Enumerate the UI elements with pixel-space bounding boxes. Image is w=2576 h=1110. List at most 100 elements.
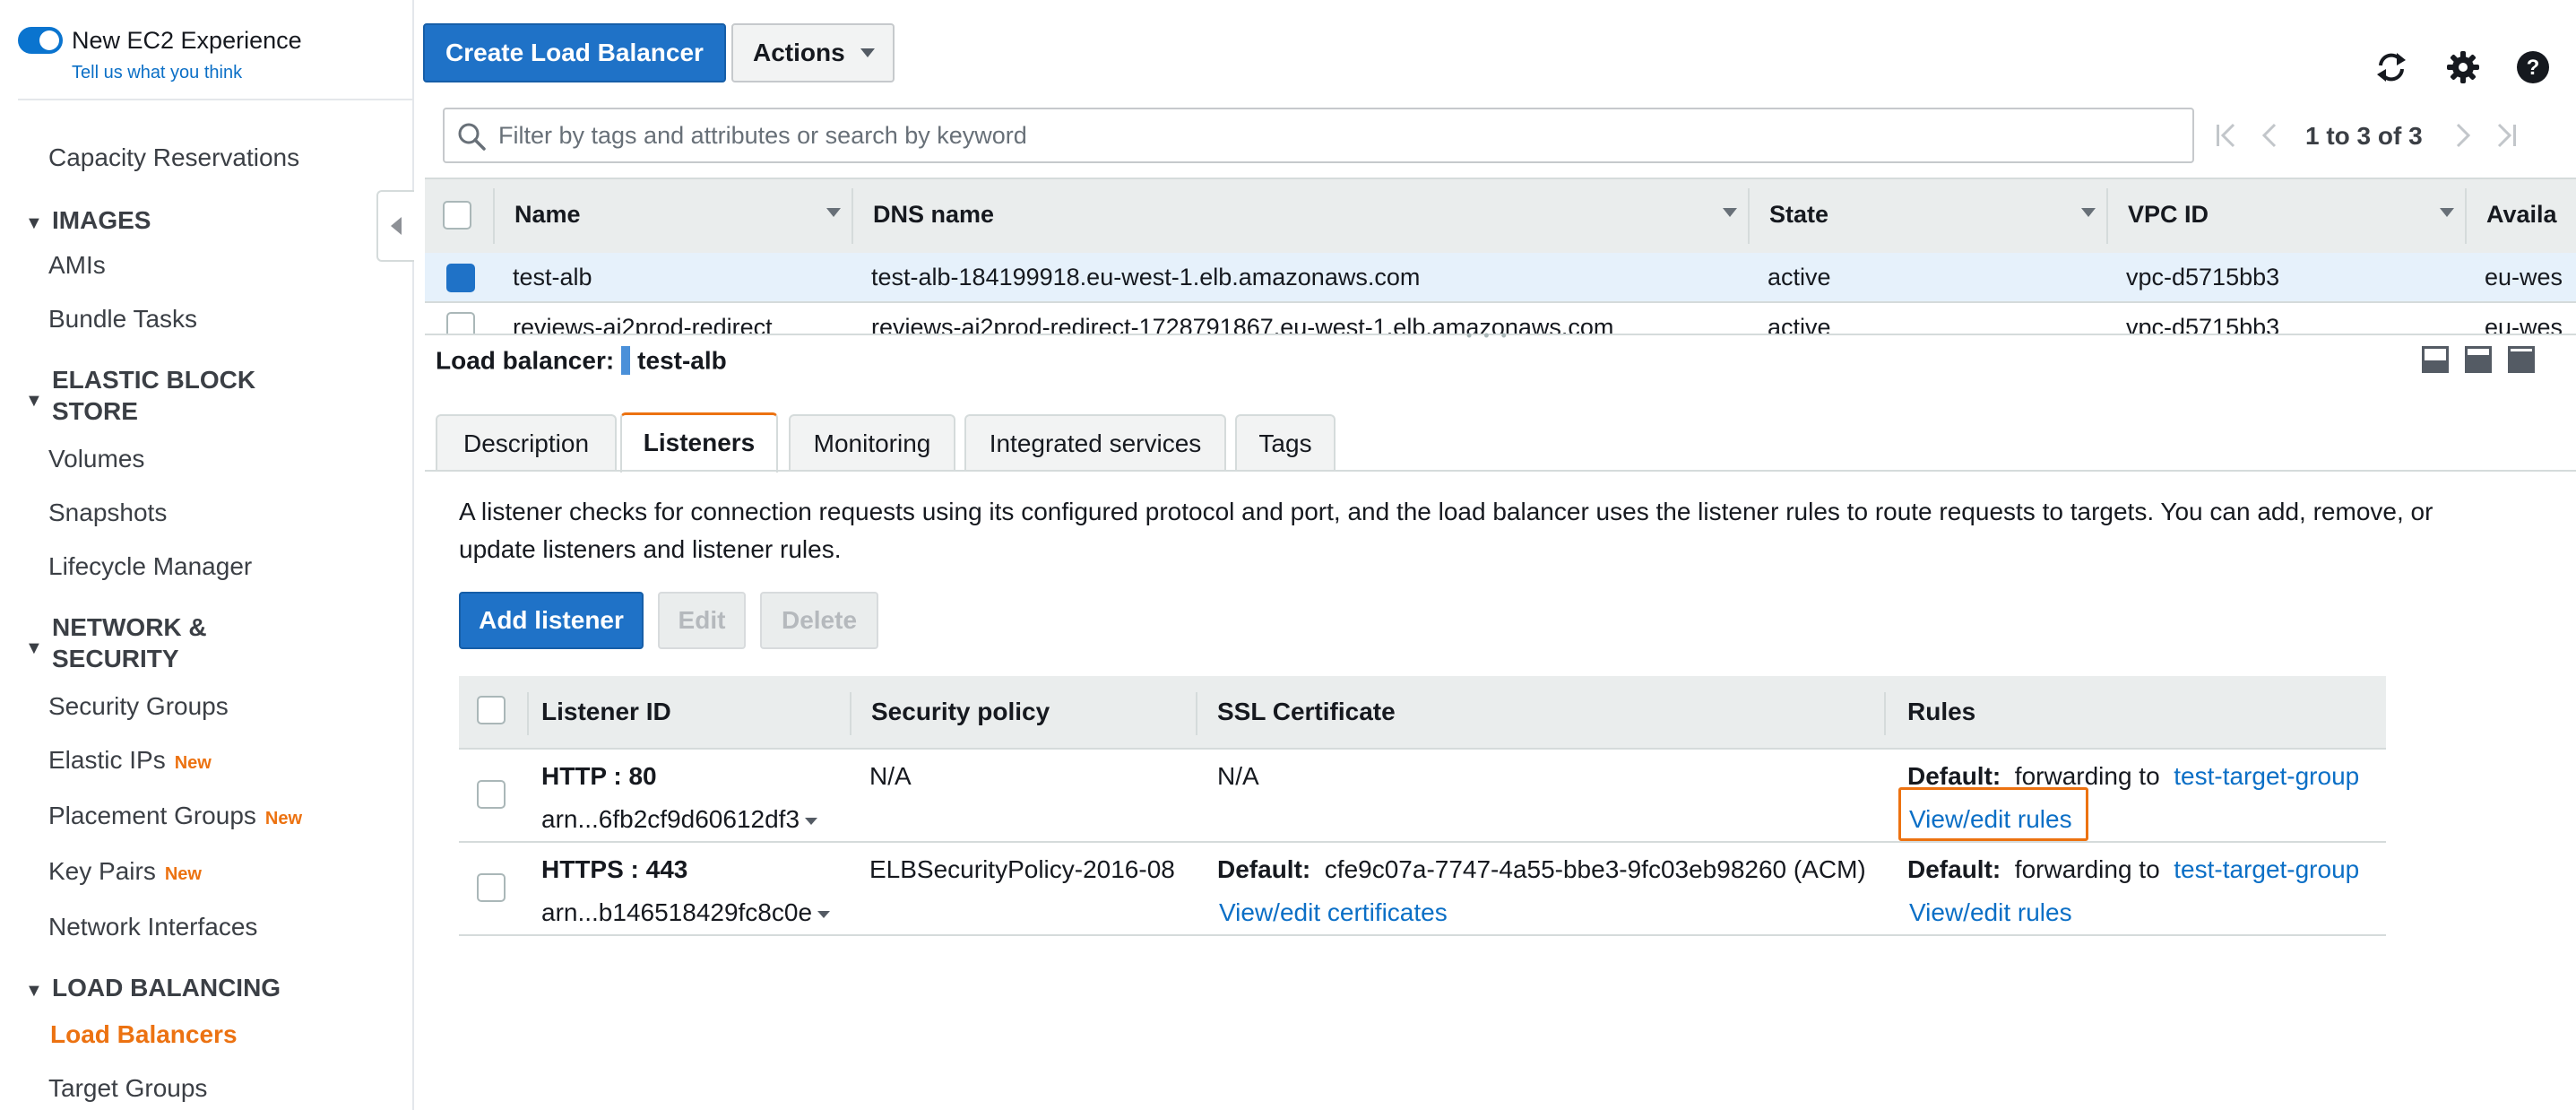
sidebar-item-elastic-ips[interactable]: Elastic IPs New xyxy=(48,746,212,775)
search-icon xyxy=(458,123,486,151)
pane-half-icon[interactable] xyxy=(2465,346,2492,373)
actions-label: Actions xyxy=(753,39,845,66)
section-label: IMAGES xyxy=(52,206,151,234)
cell-state: active xyxy=(1768,264,1831,291)
lb-name: test-alb xyxy=(637,346,727,375)
next-page-icon[interactable] xyxy=(2452,122,2474,149)
cell-name: test-alb xyxy=(513,264,592,291)
section-label: LOAD BALANCING xyxy=(52,974,281,1002)
sidebar-item-lifecycle-manager[interactable]: Lifecycle Manager xyxy=(48,552,252,581)
target-group-link[interactable]: test-target-group xyxy=(2174,762,2359,790)
cell-state: active xyxy=(1768,314,1831,334)
sort-icon[interactable] xyxy=(2440,208,2454,217)
sidebar-section-load-balancing[interactable]: ▼ LOAD BALANCING xyxy=(25,972,281,1003)
caret-down-icon xyxy=(805,817,818,825)
sidebar-item-placement-groups[interactable]: Placement Groups New xyxy=(48,802,302,830)
caret-down-icon xyxy=(817,910,831,918)
sidebar-item-security-groups[interactable]: Security Groups xyxy=(48,692,229,721)
last-page-icon[interactable] xyxy=(2494,122,2519,149)
column-header-ssl-certificate: SSL Certificate xyxy=(1217,698,1396,725)
default-label: Default: xyxy=(1907,762,2001,790)
sidebar-item-snapshots[interactable]: Snapshots xyxy=(48,499,167,527)
listeners-description: A listener checks for connection request… xyxy=(459,498,2433,563)
listener-arn: arn...b146518429fc8c0e xyxy=(541,898,813,926)
sidebar-item-target-groups[interactable]: Target Groups xyxy=(48,1074,207,1103)
cell-name: reviews-ai2prod-redirect xyxy=(513,314,773,334)
listener-checkbox[interactable] xyxy=(477,780,506,809)
ssl-certificate-value: N/A xyxy=(1217,762,1259,790)
security-policy-value: N/A xyxy=(869,762,912,790)
sidebar-item-amis[interactable]: AMIs xyxy=(48,251,106,280)
sidebar-item-volumes[interactable]: Volumes xyxy=(48,445,144,473)
sidebar-item-network-interfaces[interactable]: Network Interfaces xyxy=(48,913,257,941)
listeners-table-header: Listener ID Security policy SSL Certific… xyxy=(459,676,2386,750)
column-separator xyxy=(493,188,495,244)
listener-arn-dropdown[interactable]: arn...6fb2cf9d60612df3 xyxy=(541,805,818,834)
listener-checkbox[interactable] xyxy=(477,873,506,902)
sidebar-item-key-pairs[interactable]: Key Pairs New xyxy=(48,857,202,886)
view-edit-rules-link[interactable]: View/edit rules xyxy=(1909,898,2072,927)
help-icon[interactable]: ? xyxy=(2515,49,2551,85)
sidebar-section-ebs[interactable]: ▼ ELASTIC BLOCK STORE xyxy=(25,364,276,427)
tab-listeners[interactable]: Listeners xyxy=(620,412,778,473)
column-header-name[interactable]: Name xyxy=(514,201,581,229)
delete-button[interactable]: Delete xyxy=(760,592,878,649)
gear-icon[interactable] xyxy=(2445,49,2481,85)
highlight-annotation xyxy=(1898,787,2088,841)
tab-monitoring[interactable]: Monitoring xyxy=(789,414,955,472)
tab-description[interactable]: Description xyxy=(436,414,617,472)
previous-page-icon[interactable] xyxy=(2259,122,2280,149)
column-header-state[interactable]: State xyxy=(1769,201,1828,229)
pane-full-icon[interactable] xyxy=(2508,346,2535,373)
tab-tags[interactable]: Tags xyxy=(1235,414,1336,472)
sort-icon[interactable] xyxy=(826,208,841,217)
sort-icon[interactable] xyxy=(1723,208,1737,217)
lb-marker xyxy=(621,346,631,375)
new-experience-label: New EC2 Experience xyxy=(72,27,302,54)
search-filter-box[interactable] xyxy=(443,108,2194,163)
sidebar-item-load-balancers[interactable]: Load Balancers xyxy=(50,1020,238,1049)
refresh-icon[interactable] xyxy=(2373,49,2409,85)
column-header-vpc-id[interactable]: VPC ID xyxy=(2128,201,2209,229)
feedback-link[interactable]: Tell us what you think xyxy=(72,63,242,83)
sidebar-section-network-security[interactable]: ▼ NETWORK & SECURITY xyxy=(25,611,276,674)
load-balancers-table-header: Name DNS name State VPC ID Availa xyxy=(425,178,2576,255)
column-separator xyxy=(2465,188,2467,244)
sidebar-item-label: Placement Groups xyxy=(48,802,256,829)
column-separator xyxy=(527,692,529,735)
view-edit-certificates-link[interactable]: View/edit certificates xyxy=(1219,898,1448,927)
select-all-listeners-checkbox[interactable] xyxy=(477,696,506,724)
collapse-triangle-icon: ▼ xyxy=(25,638,43,658)
tabs-baseline xyxy=(425,470,2576,472)
actions-dropdown-button[interactable]: Actions xyxy=(731,23,895,82)
edit-button[interactable]: Edit xyxy=(658,592,746,649)
pane-bottom-icon[interactable] xyxy=(2422,346,2449,373)
column-header-listener-id: Listener ID xyxy=(541,698,671,725)
table-row[interactable]: test-alb test-alb-184199918.eu-west-1.el… xyxy=(425,253,2576,303)
create-load-balancer-button[interactable]: Create Load Balancer xyxy=(423,23,726,82)
collapse-triangle-icon: ▼ xyxy=(25,213,43,233)
row-checkbox[interactable] xyxy=(446,312,475,334)
add-listener-button[interactable]: Add listener xyxy=(459,592,644,649)
listener-row[interactable]: HTTPS : 443 arn...b146518429fc8c0e ELBSe… xyxy=(459,843,2386,936)
listener-arn-dropdown[interactable]: arn...b146518429fc8c0e xyxy=(541,898,831,927)
row-checkbox[interactable] xyxy=(446,264,475,292)
select-all-checkbox[interactable] xyxy=(443,201,471,230)
new-experience-toggle[interactable] xyxy=(18,27,63,54)
drag-handle-icon[interactable]: • • • xyxy=(1466,326,1510,345)
sort-icon[interactable] xyxy=(2081,208,2096,217)
sidebar-collapse-button[interactable] xyxy=(376,190,414,262)
search-input[interactable] xyxy=(497,111,2167,160)
sidebar-section-images[interactable]: ▼ IMAGES xyxy=(25,204,151,236)
first-page-icon[interactable] xyxy=(2214,122,2239,149)
chevron-down-icon xyxy=(860,48,875,57)
tab-integrated-services[interactable]: Integrated services xyxy=(964,414,1226,472)
column-header-dns-name[interactable]: DNS name xyxy=(873,201,994,229)
column-separator xyxy=(1196,692,1197,735)
target-group-link[interactable]: test-target-group xyxy=(2174,855,2359,883)
sidebar-item-capacity-reservations[interactable]: Capacity Reservations xyxy=(48,143,299,172)
sidebar-item-bundle-tasks[interactable]: Bundle Tasks xyxy=(48,305,197,334)
listener-row[interactable]: HTTP : 80 arn...6fb2cf9d60612df3 N/A N/A… xyxy=(459,750,2386,843)
column-header-availability[interactable]: Availa xyxy=(2486,201,2557,229)
load-balancer-title: Load balancer: test-alb xyxy=(436,346,727,378)
